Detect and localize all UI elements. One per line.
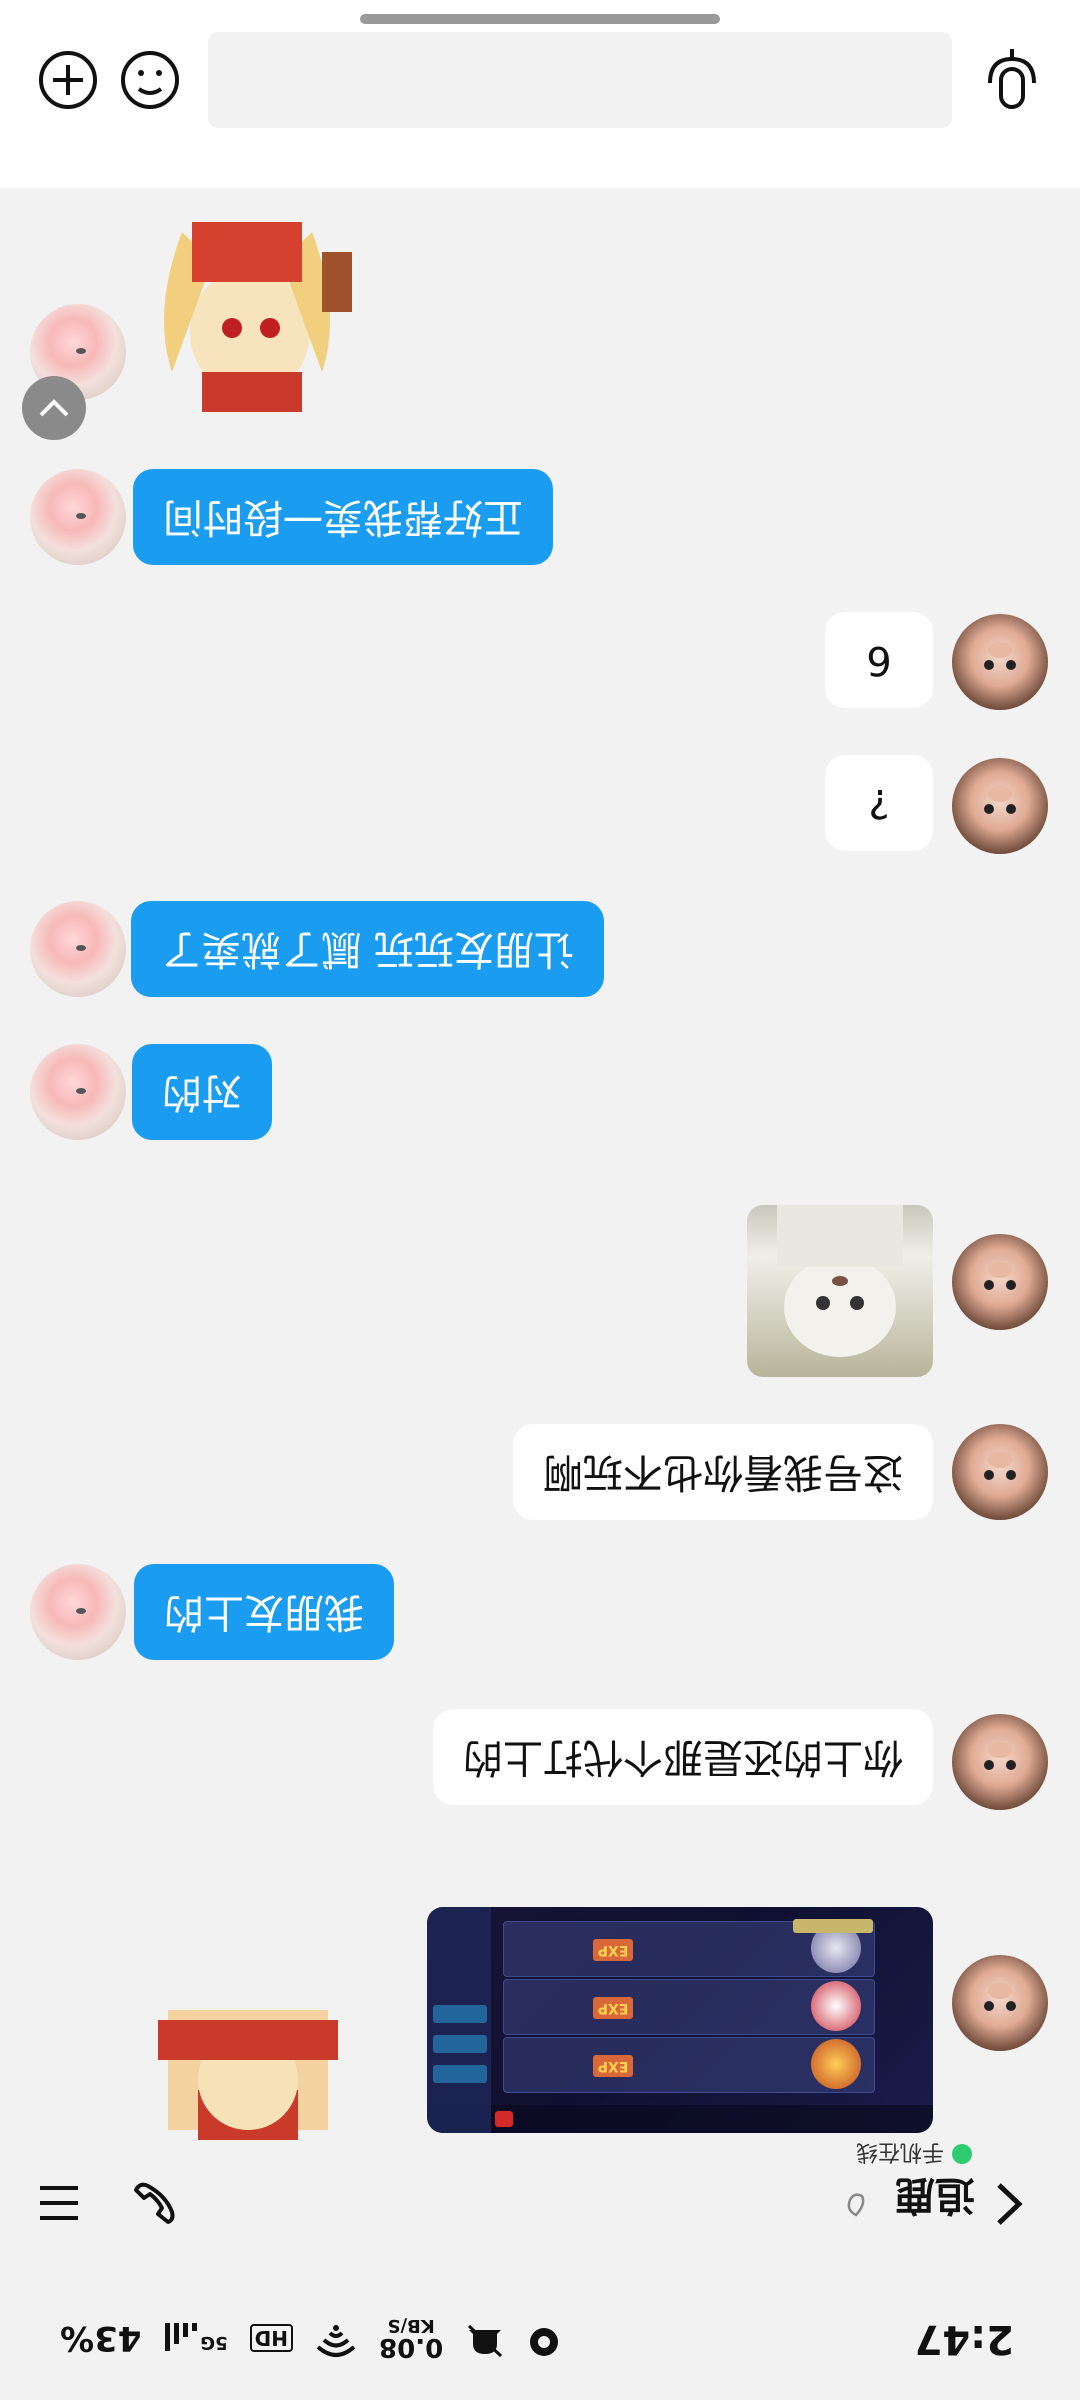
contact-avatar[interactable] <box>30 469 126 565</box>
scroll-up-button[interactable] <box>22 376 86 440</box>
contact-avatar[interactable] <box>30 901 126 997</box>
plus-icon <box>39 51 97 109</box>
scroll-up-icon <box>39 399 69 417</box>
emoji-icon <box>121 51 179 109</box>
back-button[interactable] <box>980 2164 1040 2244</box>
presence-status: 手机在线 <box>856 2138 972 2170</box>
message-bubble-mine[interactable]: 6 <box>825 612 933 708</box>
sticker-girl-icon <box>164 222 352 412</box>
contact-avatar[interactable] <box>30 1044 126 1140</box>
mic-icon <box>988 49 1036 109</box>
add-button[interactable] <box>36 48 100 112</box>
home-indicator[interactable] <box>360 14 720 24</box>
status-bar: 2:47 0.08 KB/S HD 5G 43% <box>0 2270 1080 2400</box>
presence-label: 手机在线 <box>855 2139 944 2164</box>
my-avatar[interactable] <box>952 1714 1048 1810</box>
chat-header: 追鹿 手机在线 <box>0 2138 1080 2270</box>
menu-icon <box>40 2186 78 2220</box>
sticker-message[interactable] <box>142 212 362 432</box>
back-chevron-icon <box>997 2183 1023 2225</box>
emoji-button[interactable] <box>118 48 182 112</box>
message-bubble-mine[interactable]: ? <box>825 755 933 851</box>
status-time: 2:47 <box>914 2316 1015 2362</box>
battery-level: 43% <box>60 2318 142 2358</box>
sticker-girl-icon <box>158 2010 338 2140</box>
message-bubble-mine[interactable]: 你上的还是那个代打上的 <box>433 1709 933 1805</box>
message-bubble-other[interactable]: 让朋友玩玩 腻了就卖了 <box>131 901 604 997</box>
my-avatar[interactable] <box>952 614 1048 710</box>
call-button[interactable] <box>120 2168 190 2238</box>
chat-screen: 2:47 0.08 KB/S HD 5G 43% 追鹿 手机在线 EXP EXP… <box>0 0 1080 2400</box>
menu-button[interactable] <box>24 2168 94 2238</box>
message-bubble-mine[interactable]: 这号我看你也不玩啊 <box>513 1424 933 1520</box>
sticker-message[interactable] <box>138 2010 358 2140</box>
message-list[interactable]: EXP EXP EXP 你上的还是那个代打上的 我朋友上的 这号我看你也不玩啊 <box>0 190 1080 2140</box>
game-screenshot-image[interactable]: EXP EXP EXP <box>427 1907 933 2133</box>
message-bubble-other[interactable]: 我朋友上的 <box>134 1564 394 1660</box>
location-icon <box>527 2317 561 2359</box>
phone-icon <box>134 2182 175 2224</box>
mute-icon <box>465 2316 505 2360</box>
message-bubble-other[interactable]: 正好帮我卖一段时间 <box>133 469 553 565</box>
my-avatar[interactable] <box>952 1424 1048 1520</box>
input-bar <box>0 0 1080 188</box>
my-avatar[interactable] <box>952 1955 1048 2051</box>
message-bubble-other[interactable]: 对的 <box>132 1044 272 1140</box>
hd-badge: HD <box>249 2324 294 2352</box>
wifi-icon <box>315 2317 357 2359</box>
contact-avatar[interactable] <box>30 1564 126 1660</box>
signal-indicator: 5G <box>163 2323 228 2353</box>
net-speed: 0.08 KB/S <box>379 2315 444 2362</box>
status-icons: 0.08 KB/S HD 5G 43% <box>60 2315 561 2362</box>
online-dot <box>952 2144 972 2164</box>
cat-photo-image[interactable] <box>747 1205 933 1377</box>
message-input[interactable] <box>208 32 952 128</box>
my-avatar[interactable] <box>952 1234 1048 1330</box>
contact-tag-icon <box>842 2190 870 2218</box>
my-avatar[interactable] <box>952 758 1048 854</box>
voice-button[interactable] <box>980 48 1044 112</box>
contact-name[interactable]: 追鹿 <box>895 2170 975 2228</box>
